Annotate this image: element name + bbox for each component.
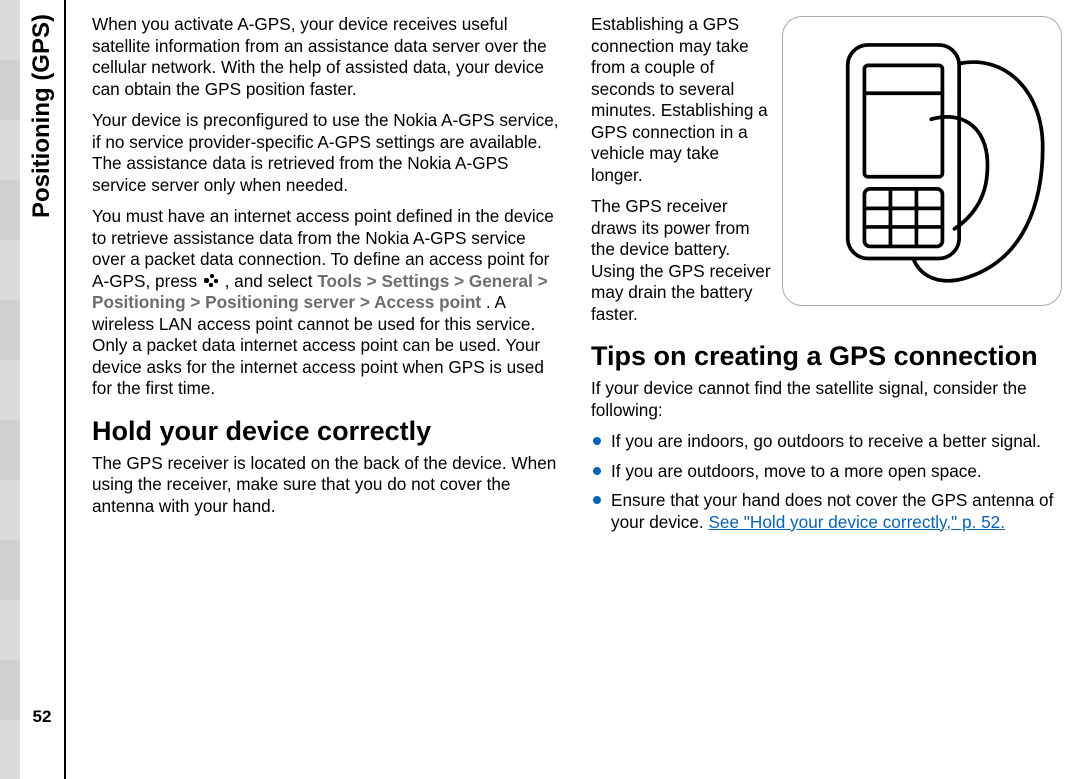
menu-path-tools: Tools <box>317 271 362 291</box>
page-number: 52 <box>20 707 64 727</box>
menu-path-general: General <box>469 271 533 291</box>
menu-path-separator: > <box>454 271 469 291</box>
page-content: When you activate A-GPS, your device rec… <box>66 0 1080 779</box>
manual-page: Positioning (GPS) 52 When you activate A… <box>20 0 1080 779</box>
paragraph-access-point: You must have an internet access point d… <box>92 206 563 400</box>
list-item: Ensure that your hand does not cover the… <box>591 490 1062 533</box>
menu-path-separator: > <box>367 271 382 291</box>
menu-path-settings: Settings <box>381 271 449 291</box>
section-name-vertical: Positioning (GPS) <box>28 14 56 218</box>
paragraph-agps-intro: When you activate A-GPS, your device rec… <box>92 14 563 100</box>
paragraph-agps-preconfigured: Your device is preconfigured to use the … <box>92 110 563 196</box>
menu-path-positioning: Positioning <box>92 292 186 312</box>
menu-path-positioning-server: Positioning server <box>205 292 355 312</box>
heading-hold-device: Hold your device correctly <box>92 416 563 447</box>
paragraph-tips-intro: If your device cannot find the satellite… <box>591 378 1062 421</box>
menu-path-access-point: Access point <box>374 292 481 312</box>
list-item: If you are outdoors, move to a more open… <box>591 461 1062 483</box>
menu-key-icon <box>202 272 220 290</box>
text-fragment: , and select <box>225 271 318 291</box>
menu-path-separator: > <box>190 292 205 312</box>
link-hold-device-correctly[interactable]: See "Hold your device correctly," p. 52. <box>708 512 1005 532</box>
side-tab: Positioning (GPS) 52 <box>20 0 66 779</box>
menu-path-separator: > <box>538 271 548 291</box>
phone-in-hand-illustration <box>782 16 1062 306</box>
list-item: If you are indoors, go outdoors to recei… <box>591 431 1062 453</box>
heading-tips-gps: Tips on creating a GPS connection <box>591 341 1062 372</box>
paragraph-establishing-connection: Establishing a GPS connection may take f… <box>591 14 1062 186</box>
tips-list: If you are indoors, go outdoors to recei… <box>591 431 1062 533</box>
menu-path-separator: > <box>360 292 374 312</box>
paragraph-receiver-location: The GPS receiver is located on the back … <box>92 453 563 518</box>
text-fragment: Establishing a GPS connection may take f… <box>591 14 768 185</box>
